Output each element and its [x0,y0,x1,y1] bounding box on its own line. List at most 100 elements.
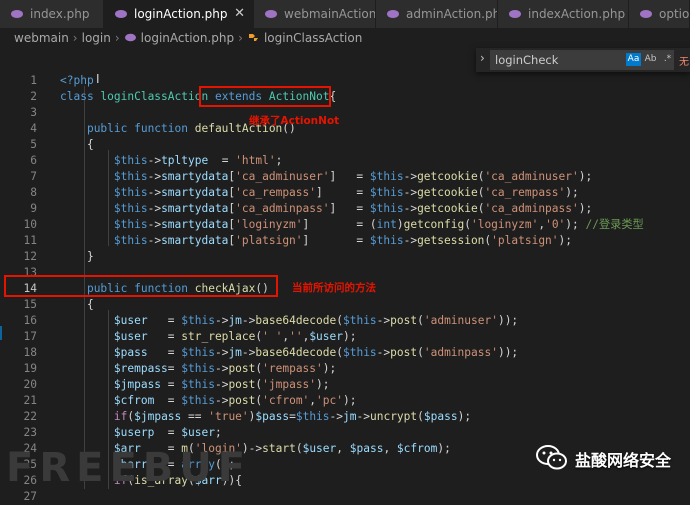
code-line[interactable]: 10 $this->smartydata['loginyzm'] = (int)… [0,217,690,233]
match-case-toggle[interactable]: Aa [626,53,641,66]
find-result-count: 无 [679,57,689,68]
code-token: ); [316,378,330,391]
regex-toggle[interactable]: .* [660,53,675,66]
line-code: $userp = $user; [60,425,222,441]
code-line[interactable]: 12 } [0,249,690,265]
whole-word-toggle[interactable]: Ab [643,53,658,66]
code-token: if [113,410,128,423]
code-token: -> [147,170,162,183]
line-code: $this->smartydata['platsign'] = $this->g… [60,233,572,249]
code-token: 'ca_adminpass' [484,202,579,215]
line-number: 19 [23,362,37,375]
code-line[interactable]: 20 $jmpass = $this->post('jmpass'); [0,377,690,393]
tab-index-php[interactable]: index.php [0,0,104,28]
breadcrumb: webmain › login › loginAction.php › loginClass… [0,28,690,48]
line-number: 22 [23,410,37,423]
code-token: tpltype [161,154,209,167]
code-token: $rempass [113,362,168,375]
code-token: -> [214,362,229,375]
tab-adminaction-php[interactable]: adminAction.php [376,0,498,28]
code-token: ); [343,330,357,343]
line-number: 17 [23,330,37,343]
code-token: == [181,410,209,423]
code-line[interactable]: 21 $cfrom = $this->post('cfrom','pc'); [0,393,690,409]
code-line[interactable]: 8 $this->smartydata['ca_rempass'] = $thi… [0,185,690,201]
code-line[interactable]: 7 $this->smartydata['ca_adminuser'] = $t… [0,169,690,185]
tab-options[interactable]: optio [629,0,690,28]
tab-loginaction-php[interactable]: loginAction.php ✕ [104,0,254,28]
code-line[interactable]: 16 $user = $this->jm->base64decode($this… [0,313,690,329]
code-token: $this [295,410,330,423]
code-token: ] = [302,234,370,247]
breadcrumb-item[interactable]: webmain [14,31,69,45]
code-token: 'platsign' [491,234,559,247]
code-token: ( [336,314,343,327]
code-token: , [383,442,397,455]
code-token: $this [181,346,215,359]
code-token: , [336,442,350,455]
code-line[interactable]: 19 $rempass= $this->post('rempass'); [0,361,690,377]
tab-label: webmainAction.php [284,7,376,21]
code-token: ( [464,218,471,231]
code-token: = [161,378,182,391]
tab-indexaction-php[interactable]: indexAction.php [498,0,629,28]
code-token: $user [113,314,148,327]
line-code: if($jmpass == 'true')$pass=$this->jm->un… [60,409,471,425]
code-line[interactable]: 11 $this->smartydata['platsign'] = $this… [0,233,690,249]
code-line[interactable]: 6 $this->tpltype = 'html'; [0,153,690,169]
code-line[interactable]: 18 $pass = $this->jm->base64decode($this… [0,345,690,361]
code-token: ' ' [262,330,283,343]
line-number: 4 [30,122,37,135]
code-line[interactable]: 23 $userp = $user; [0,425,690,441]
line-code: $user = $this->jm->base64decode($this->p… [60,313,518,329]
editor-tab-bar: index.php loginAction.php ✕ webmainActio… [0,0,690,28]
code-token: //登录类型 [585,218,644,231]
code-token: 'adminpass' [423,346,498,359]
code-token: $user [302,442,337,455]
class-icon [248,34,258,41]
wechat-icon [536,445,567,470]
code-line[interactable]: 15 { [0,297,690,313]
code-line[interactable]: 27 [0,489,690,505]
breadcrumb-item[interactable]: loginClassAction [264,31,362,45]
code-token: smartydata [161,202,229,215]
code-token: -> [214,346,229,359]
code-token: $this [369,202,404,215]
line-code: $rempass= $this->post('rempass'); [60,361,336,377]
code-line[interactable]: 17 $user = str_replace(' ','',$user); [0,329,690,345]
code-line[interactable]: 4 public function defaultAction() [0,121,690,137]
code-token: $this [369,170,404,183]
line-number: 16 [23,314,37,327]
code-token: post [228,394,256,407]
line-number: 10 [23,218,37,231]
code-line[interactable]: 5 { [0,137,690,153]
code-line[interactable]: 3 [0,105,690,121]
line-number: 27 [23,490,37,503]
tab-webmainaction-php[interactable]: webmainAction.php [254,0,376,28]
line-number: 1 [30,74,37,87]
line-number: 11 [23,234,37,247]
code-token: $this [113,170,148,183]
line-code: $this->tpltype = 'html'; [60,153,282,169]
toggle-replace-icon[interactable]: › [480,51,485,65]
code-line[interactable]: 22 if($jmpass == 'true')$pass=$this->jm-… [0,409,690,425]
code-token: 'ca_adminuser' [484,170,579,183]
code-token: -> [241,314,256,327]
code-token: 'ca_adminpass' [235,202,330,215]
method-annotation: 当前所访问的方法 [292,282,376,294]
line-number: 9 [30,202,37,215]
code-token: $this [181,378,215,391]
code-line[interactable]: 9 $this->smartydata['ca_adminpass'] = $t… [0,201,690,217]
breadcrumb-item[interactable]: login [82,31,111,45]
code-line[interactable]: 2 class loginClassAction extends ActionNo… [0,89,690,105]
php-elephant-icon [115,10,127,18]
breadcrumb-item[interactable]: loginAction.php [141,31,234,45]
close-icon[interactable]: ✕ [234,0,245,28]
code-token: ); [322,362,337,375]
